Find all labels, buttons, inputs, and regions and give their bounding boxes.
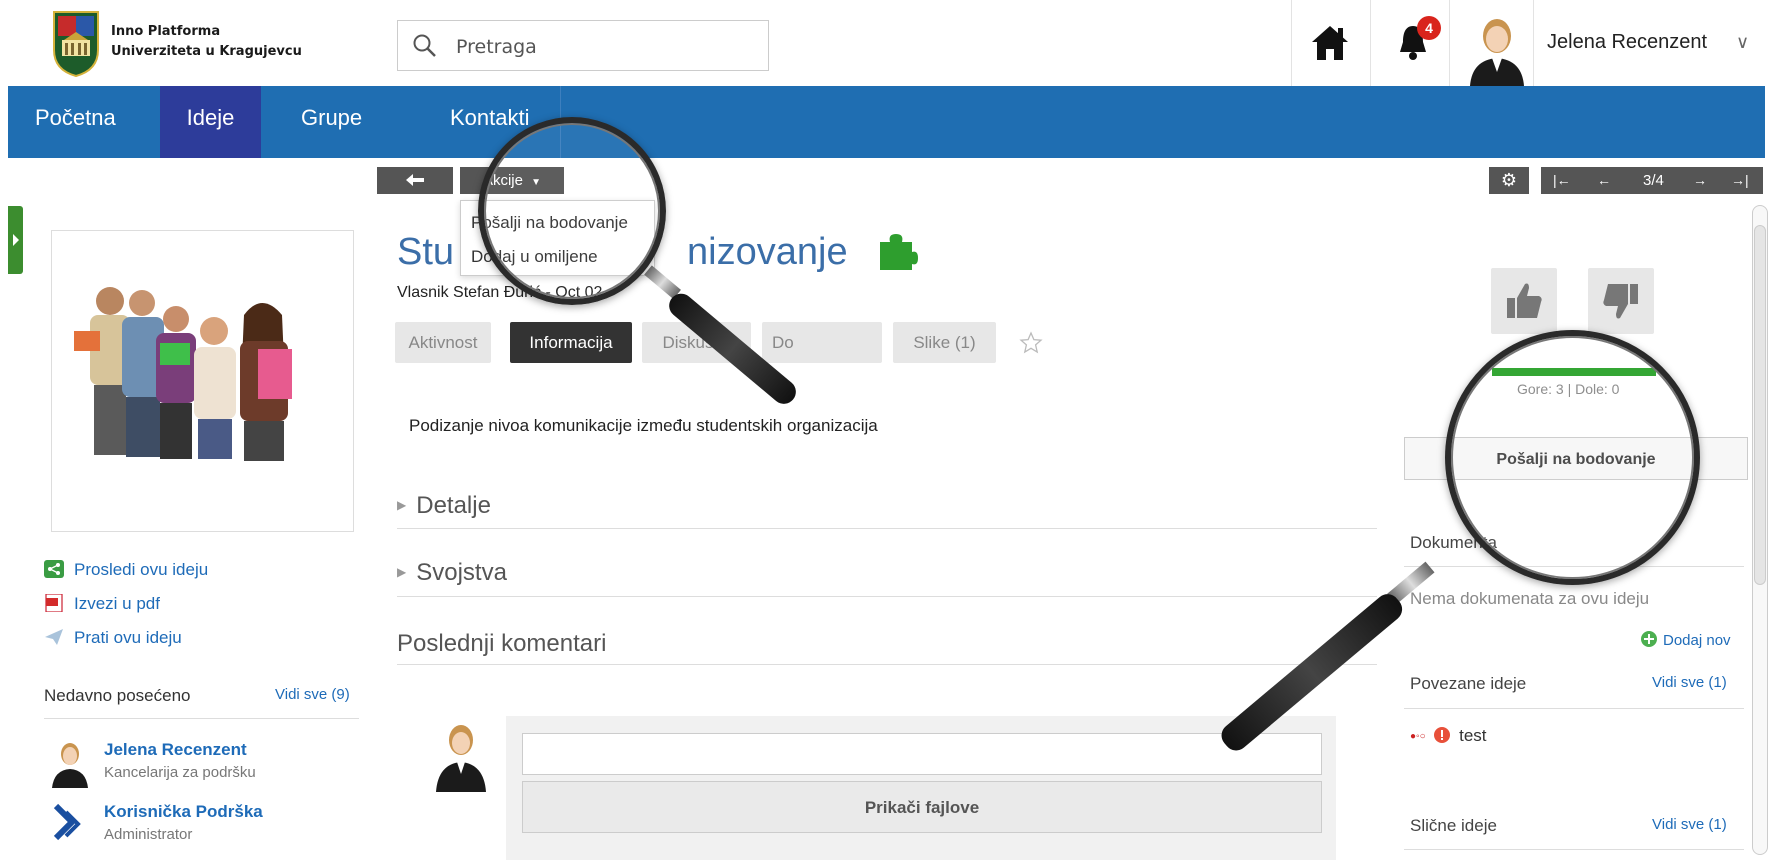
divider <box>397 664 1377 665</box>
chevron-right-icon <box>13 234 19 246</box>
user-name[interactable]: Jelena Recenzent <box>1547 31 1707 54</box>
top-header: Inno Platforma Univerziteta u Kragujevcu… <box>0 0 1773 86</box>
person-name[interactable]: Korisnička Podrška <box>104 802 263 822</box>
related-ideas-title: Povezane ideje <box>1410 674 1527 693</box>
section-detalje[interactable]: ▶ Detalje <box>397 492 491 520</box>
section-title: Detalje <box>416 492 491 519</box>
prev-page-icon[interactable]: ← <box>1597 167 1611 194</box>
tab-dokumenta[interactable]: Do <box>762 322 882 363</box>
thumbs-down-icon <box>1603 284 1638 319</box>
vote-up-button[interactable] <box>1491 268 1557 334</box>
divider <box>1404 708 1744 709</box>
support-logo-icon[interactable] <box>48 800 92 850</box>
tab-slike[interactable]: Slike (1) <box>893 322 996 363</box>
comment-input[interactable] <box>522 733 1322 775</box>
section-svojstva[interactable]: ▶ Svojstva <box>397 559 507 587</box>
similar-see-all-link[interactable]: Vidi sve (1) <box>1652 816 1727 833</box>
notification-badge: 4 <box>1417 16 1441 40</box>
recent-see-all-link[interactable]: Vidi sve (9) <box>275 686 350 703</box>
search-placeholder: Pretraga <box>456 36 537 58</box>
vote-down-button[interactable] <box>1588 268 1654 334</box>
export-pdf-label: Izvezi u pdf <box>74 594 160 613</box>
user-avatar[interactable] <box>1462 10 1532 86</box>
recent-title: Nedavno posećeno <box>44 686 191 705</box>
brand-line-2: Univerziteta u Kragujevcu <box>111 44 302 59</box>
nav-item-grupe[interactable]: Grupe <box>301 86 401 158</box>
no-documents-text: Nema dokumenata za ovu ideju <box>1410 589 1650 608</box>
arrow-left-icon <box>406 174 424 186</box>
plus-circle-icon <box>1641 631 1657 647</box>
divider <box>44 718 359 719</box>
status-dots-icon: ●◦○ <box>1410 731 1426 742</box>
divider <box>1291 0 1292 86</box>
scrollbar-thumb[interactable] <box>1754 225 1766 585</box>
related-idea-name: test <box>1459 726 1487 745</box>
first-page-icon[interactable]: |← <box>1553 167 1571 194</box>
person-role: Administrator <box>104 826 193 843</box>
idea-description: Podizanje nivoa komunikacije između stud… <box>409 416 878 435</box>
follow-idea-link[interactable]: Prati ovu ideju <box>44 628 182 652</box>
star-icon[interactable] <box>1019 331 1043 355</box>
search-field[interactable]: Pretraga <box>397 20 769 71</box>
attach-files-button[interactable]: Prikači fajlove <box>522 781 1322 833</box>
gear-icon: ⚙ <box>1500 170 1518 190</box>
pdf-icon <box>45 594 63 612</box>
add-document-link[interactable]: Dodaj nov <box>1640 630 1731 649</box>
main-nav: Početna Ideje Grupe Kontakti <box>8 86 1765 158</box>
share-icon <box>44 560 64 578</box>
platform-name[interactable]: Inno Platforma Univerziteta u Kragujevcu <box>111 22 302 62</box>
settings-button[interactable]: ⚙ <box>1489 167 1529 194</box>
idea-title-end: nizovanje <box>687 231 848 273</box>
divider <box>397 528 1377 529</box>
export-pdf-link[interactable]: Izvezi u pdf <box>44 594 160 618</box>
brand-line-1: Inno Platforma <box>111 24 221 39</box>
follow-idea-label: Prati ovu ideju <box>74 628 182 647</box>
avatar <box>436 725 486 792</box>
next-page-icon[interactable]: → <box>1693 167 1707 194</box>
back-button[interactable] <box>377 167 453 194</box>
divider <box>1449 0 1450 86</box>
university-logo[interactable] <box>50 10 102 78</box>
students-photo <box>52 231 353 531</box>
chevron-down-icon[interactable]: ∨ <box>1736 32 1749 53</box>
section-title: Svojstva <box>416 559 507 586</box>
puzzle-icon <box>880 234 919 270</box>
magnifier-lens <box>1445 330 1700 585</box>
share-idea-label: Prosledi ovu ideju <box>74 560 209 579</box>
related-idea-item[interactable]: ●◦○ test <box>1410 726 1487 746</box>
paper-plane-icon <box>45 629 63 645</box>
warning-circle-icon <box>1434 727 1451 743</box>
similar-ideas-title: Slične ideje <box>1410 816 1497 835</box>
divider <box>397 596 1377 597</box>
sidebar-toggle[interactable] <box>8 206 23 274</box>
divider <box>1533 0 1534 86</box>
related-see-all-link[interactable]: Vidi sve (1) <box>1652 674 1727 691</box>
search-icon <box>413 34 436 57</box>
avatar[interactable] <box>48 738 92 788</box>
divider <box>1404 849 1744 850</box>
comments-title: Poslednji komentari <box>397 630 607 657</box>
tab-aktivnost[interactable]: Aktivnost <box>395 322 491 363</box>
nav-item-ideje[interactable]: Ideje <box>160 86 261 158</box>
nav-item-pocetna[interactable]: Početna <box>8 86 143 158</box>
caret-right-icon: ▶ <box>397 498 407 512</box>
person-role: Kancelarija za podršku <box>104 764 256 781</box>
idea-title-start: Stu <box>397 231 455 273</box>
person-name[interactable]: Jelena Recenzent <box>104 740 247 760</box>
caret-right-icon: ▶ <box>397 565 407 579</box>
add-document-label: Dodaj nov <box>1663 632 1731 649</box>
pager: |← ← 3/4 → →| <box>1541 167 1763 194</box>
last-page-icon[interactable]: →| <box>1731 167 1749 194</box>
page-indicator: 3/4 <box>1643 172 1664 189</box>
thumbs-up-icon <box>1507 283 1542 318</box>
magnifier-lens <box>478 117 666 305</box>
tab-informacija[interactable]: Informacija <box>510 322 632 363</box>
divider <box>1370 0 1371 86</box>
share-idea-link[interactable]: Prosledi ovu ideju <box>44 560 208 584</box>
idea-image[interactable] <box>51 230 354 532</box>
home-icon[interactable] <box>1310 24 1350 62</box>
